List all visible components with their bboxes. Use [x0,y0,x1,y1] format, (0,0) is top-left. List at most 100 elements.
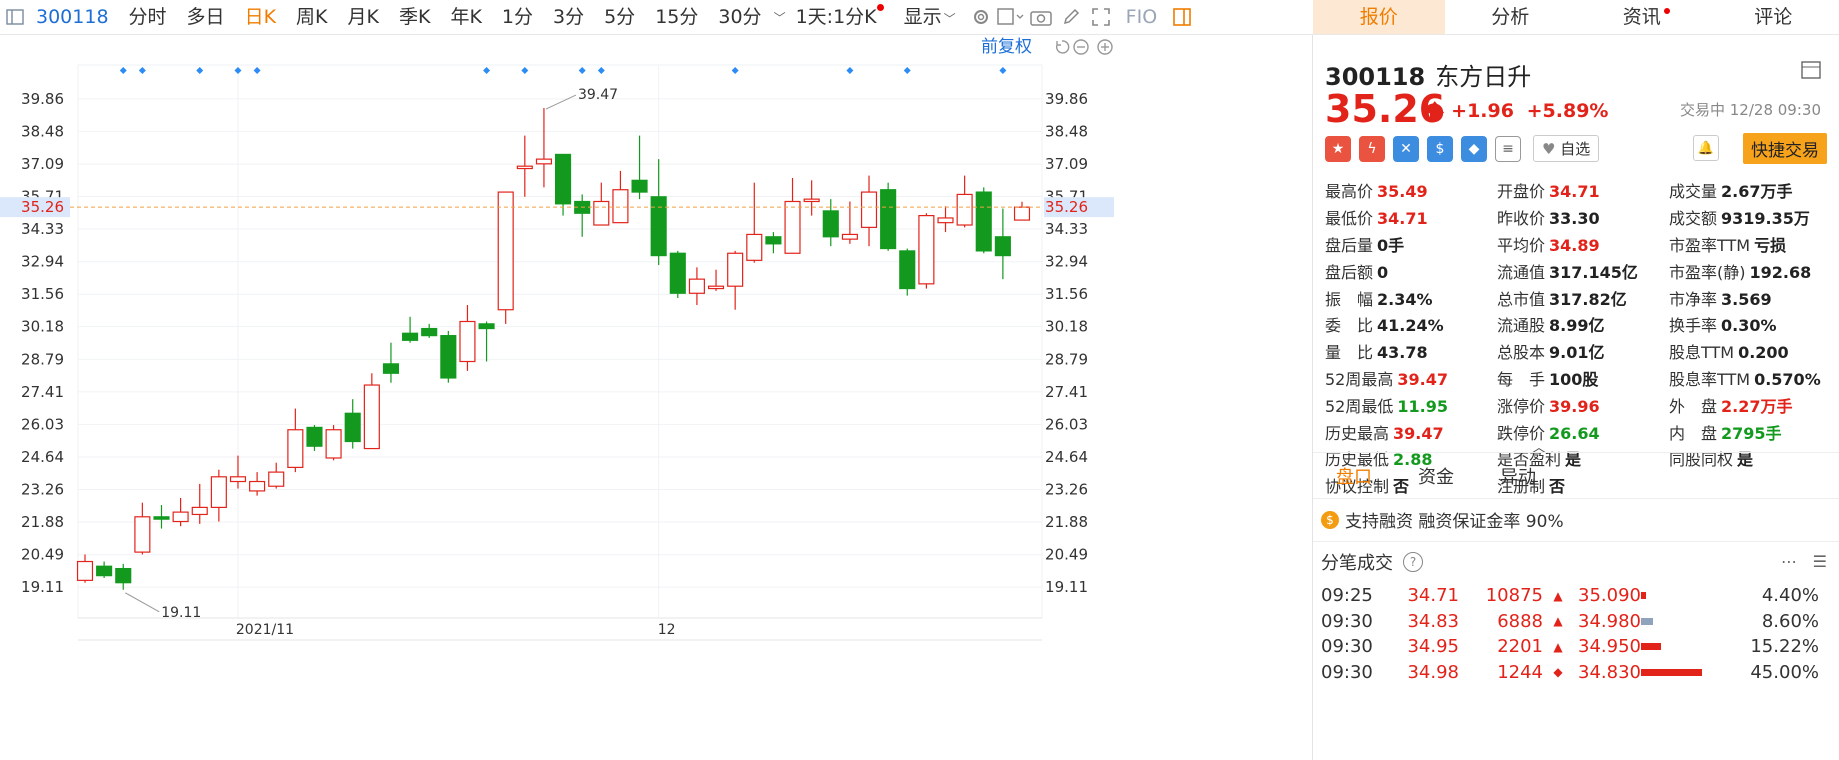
subtab-2[interactable]: 异动 [1477,463,1559,489]
y-tick-label-left: 39.86 [21,90,64,108]
quote-value: 0.570% [1754,369,1821,389]
quote-cell: 流通值 317.145亿 [1497,259,1669,283]
quote-cell: 外 盘 2.27万手 [1669,393,1835,417]
quote-value: 3.569 [1721,289,1772,309]
help-icon[interactable]: ? [1403,551,1423,572]
fio-label[interactable]: FIO [1116,0,1168,35]
period-tab[interactable]: 5分 [594,0,645,35]
subtab-1[interactable]: 资金 [1395,463,1477,489]
quote-label: 市盈率(静) [1669,262,1746,282]
tick-bar [1641,617,1653,625]
tab-2[interactable]: 资讯 [1576,0,1708,34]
candle-body [76,560,94,581]
tick-dir: ◆ [1553,665,1563,680]
quote-cell: 历史最高 39.47 [1325,420,1497,444]
sidebar-toggle-icon[interactable] [0,0,30,35]
y-tick-label-left: 26.03 [21,415,64,433]
quote-value: 0.30% [1721,316,1777,336]
quote-label: 外 盘 [1669,396,1718,416]
quote-value: 317.82亿 [1549,289,1627,309]
restore-button[interactable]: 前复权 [981,37,1032,57]
quote-cell: 52周最高 39.47 [1325,366,1497,390]
fullscreen-icon[interactable] [1086,0,1116,35]
shuffle-icon[interactable]: ✕ [1393,135,1419,162]
quote-label: 换手率 [1669,316,1718,336]
kline-chart-svg[interactable]: 39.86 39.8638.48 38.4837.09 37.0935.71 35.71… [0,35,1313,760]
high-annotation-line [545,94,577,110]
quote-cell: 量 比 43.78 [1325,339,1497,363]
y-tick-label-right: 26.03 [1045,415,1088,433]
quote-label: 最低价 [1325,209,1374,229]
tick-vol: 10875 [1485,585,1543,607]
lightning-icon[interactable]: ϟ [1359,135,1385,162]
quote-label: 最高价 [1325,182,1374,202]
china-flag-icon[interactable]: ★ [1325,135,1351,162]
period-tab[interactable]: 30分 [708,0,771,35]
tag-icon[interactable]: ◆ [1461,135,1487,162]
event-marker [521,67,529,74]
quote-value: 2.34% [1377,289,1433,309]
chevron-down-icon[interactable]: ﹀ [774,9,786,26]
tab-1[interactable]: 分析 [1445,0,1577,34]
period-tab[interactable]: 1分 [492,0,543,35]
tab-0[interactable]: 报价 [1313,0,1445,34]
period-tab[interactable]: 月K [338,0,389,35]
event-marker [903,67,911,74]
settings-icon[interactable] [966,0,996,35]
undo-icon[interactable] [1055,40,1070,54]
quote-cell: 每 手 100股 [1497,366,1669,390]
quote-cell: 股息率TTM 0.570% [1669,366,1835,390]
candle-body [1013,206,1031,221]
fast-trade-button[interactable]: 快捷交易 [1743,133,1827,164]
period-tab[interactable]: 3分 [543,0,594,35]
quote-cell: 市盈率TTM 亏损 [1669,232,1835,256]
stock-code[interactable]: 300118 [30,0,119,35]
quote-cell: 委 比 41.24% [1325,312,1497,336]
quote-label: 成交量 [1669,182,1718,202]
candle-body [249,480,266,492]
camera-icon[interactable] [1026,0,1056,35]
list-icon[interactable]: ☰ [1813,552,1827,571]
doc-icon[interactable]: ≡ [1495,135,1521,162]
chart-toolbar: 300118 分时 多日 日K 周K 月K 季K 年K 1分 3分 5分 15分 30分 ﹀ 1天:1… [0,0,1313,35]
quote-value: 192.68 [1749,262,1812,282]
quote-cell: 内 盘 2795手 [1669,420,1835,444]
checkbox-icon[interactable] [996,0,1026,35]
kline-chart[interactable]: 39.86 39.86 38.48 38.48 37.09 37.09 35.71 35.71… [0,35,1313,760]
quote-label: 振 幅 [1325,289,1374,309]
display-select[interactable]: 显示 ﹀ [894,0,966,35]
quote-label: 股息率TTM [1669,369,1751,389]
quote-value: 39.47 [1397,369,1448,389]
quote-label: 昨收价 [1497,209,1546,229]
candle-body [555,153,572,205]
candle-body [631,179,648,193]
subtab-0[interactable]: 盘口 [1313,463,1395,489]
quote-value: 35.49 [1377,182,1428,202]
panel-collapse-icon[interactable] [1801,61,1821,79]
layout-panel-icon[interactable] [1167,0,1197,35]
candle-body [172,511,189,523]
period-tab[interactable]: 年K [440,0,491,35]
tick-price: 34.98 [1407,661,1459,683]
dollar-icon[interactable]: $ [1427,135,1453,162]
interval-select[interactable]: 1天:1分K [786,0,894,35]
period-tab[interactable]: 15分 [645,0,708,35]
more-icon[interactable]: ⋯ [1781,552,1797,571]
alert-bell-icon[interactable]: 🔔 [1693,135,1719,161]
candle-body [975,191,992,252]
add-watchlist-button[interactable]: ♥ 自选 [1533,135,1600,162]
period-tab[interactable]: 多日 [177,0,235,35]
quote-cell: 流通股 8.99亿 [1497,312,1669,336]
y-tick-label-right: 21.88 [1045,513,1088,531]
x-tick-label: 2021/11 [236,622,294,638]
period-tab[interactable]: 分时 [119,0,177,35]
tick-bar [1641,592,1646,599]
period-tab[interactable]: 周K [286,0,337,35]
period-tab[interactable]: 日K [235,0,286,35]
pencil-icon[interactable] [1056,0,1086,35]
tick-vol: 6888 [1497,610,1543,632]
period-tab[interactable]: 季K [389,0,440,35]
tab-3[interactable]: 评论 [1708,0,1839,34]
event-marker [597,67,605,74]
event-marker [578,67,586,74]
